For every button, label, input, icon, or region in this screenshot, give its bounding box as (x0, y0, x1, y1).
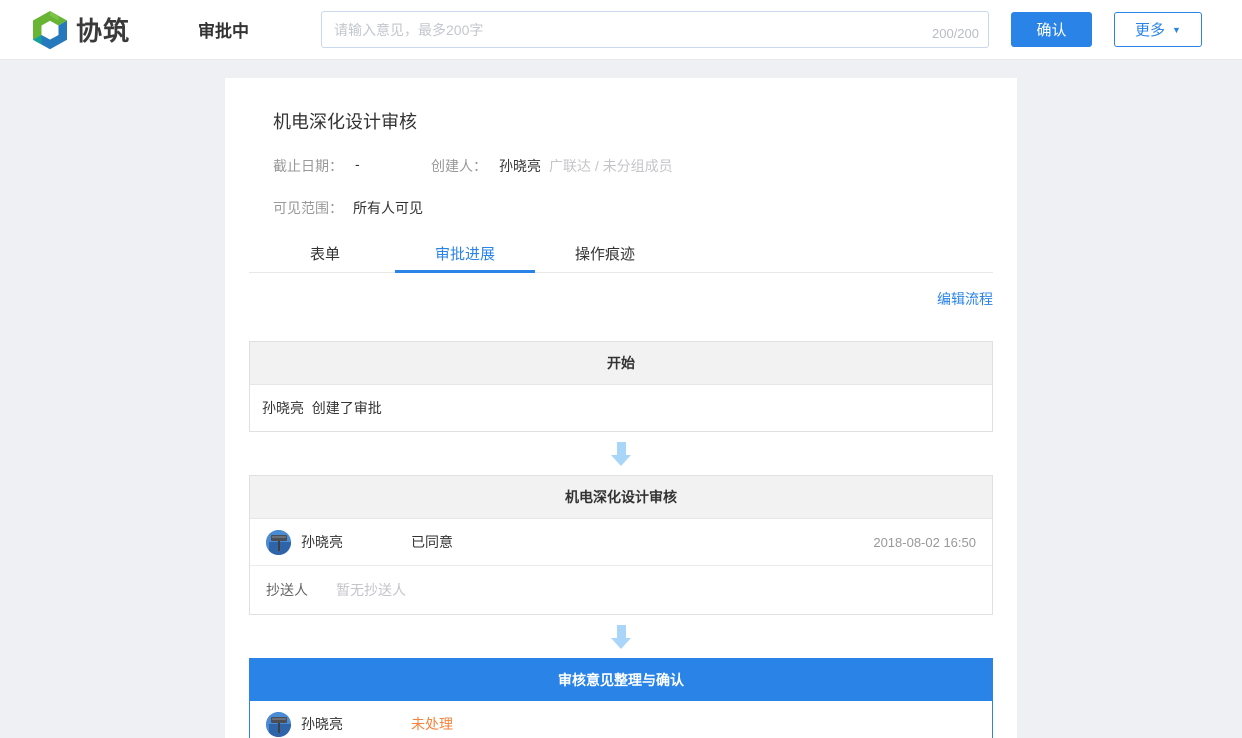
review-actor-name: 孙晓亮 (301, 532, 411, 552)
visibility-value: 所有人可见 (353, 198, 423, 218)
meta-row-deadline-creator: 截止日期： - 创建人： 孙晓亮 广联达 / 未分组成员 (273, 156, 969, 176)
chevron-down-icon: ▼ (1172, 25, 1181, 35)
cc-label: 抄送人 (266, 580, 308, 600)
flow-node-review-title: 机电深化设计审核 (250, 476, 992, 519)
review-time: 2018-08-02 16:50 (873, 535, 976, 550)
flow-node-review: 机电深化设计审核 孙晓亮 已同意 2018-08-02 16:50 抄送人 (249, 475, 993, 615)
review-status: 已同意 (411, 532, 453, 552)
flow-node-confirm-title: 审核意见整理与确认 (250, 659, 992, 701)
edit-flow-row: 编辑流程 (249, 273, 993, 323)
flow-arrow-down-icon (249, 432, 993, 475)
approval-flow: 开始 孙晓亮 创建了审批 机电深化设计审核 (249, 323, 993, 738)
app-logo: 协筑 (30, 10, 198, 50)
comment-box: 200/200 (321, 11, 989, 48)
tab-operation-trace[interactable]: 操作痕迹 (535, 234, 675, 272)
deadline-value: - (355, 156, 360, 176)
char-counter: 200/200 (932, 26, 979, 41)
edit-flow-link[interactable]: 编辑流程 (937, 291, 993, 307)
creator-label: 创建人： (431, 156, 487, 176)
avatar (266, 530, 291, 555)
start-actor-name: 孙晓亮 (262, 400, 304, 416)
flow-node-start-entry: 孙晓亮 创建了审批 (250, 385, 992, 431)
cc-value: 暂无抄送人 (336, 580, 406, 600)
comment-input[interactable] (321, 11, 989, 48)
flow-node-confirm: 审核意见整理与确认 孙晓亮 未处理 抄送人 暂无抄送人 (249, 658, 993, 738)
review-cc-row: 抄送人 暂无抄送人 (250, 565, 992, 614)
confirm-actor-name: 孙晓亮 (301, 714, 411, 734)
confirm-button[interactable]: 确认 (1011, 12, 1092, 47)
flow-arrow-down-icon (249, 615, 993, 658)
confirm-status: 未处理 (411, 714, 453, 734)
tab-approval-progress[interactable]: 审批进展 (395, 234, 535, 272)
creator-org: 广联达 / 未分组成员 (549, 156, 673, 176)
logo-text: 协筑 (76, 11, 130, 48)
approval-status-title: 审批中 (198, 17, 249, 42)
logo-icon (30, 10, 70, 50)
creator-name: 孙晓亮 (499, 156, 541, 176)
avatar (266, 712, 291, 737)
approval-detail-card: 机电深化设计审核 截止日期： - 创建人： 孙晓亮 广联达 / 未分组成员 可见… (225, 78, 1017, 738)
review-actor-row: 孙晓亮 已同意 2018-08-02 16:50 (250, 519, 992, 565)
detail-tabs: 表单 审批进展 操作痕迹 (249, 234, 993, 273)
approval-meta: 截止日期： - 创建人： 孙晓亮 广联达 / 未分组成员 可见范围： 所有人可见 (249, 156, 993, 218)
confirm-actor-row: 孙晓亮 未处理 (250, 701, 992, 738)
tab-form[interactable]: 表单 (255, 234, 395, 272)
flow-node-start: 开始 孙晓亮 创建了审批 (249, 341, 993, 432)
approval-title: 机电深化设计审核 (249, 78, 993, 134)
top-header-bar: 协筑 审批中 200/200 确认 更多 ▼ (0, 0, 1242, 60)
start-action-text: 创建了审批 (312, 400, 382, 416)
flow-node-start-title: 开始 (250, 342, 992, 385)
visibility-label: 可见范围： (273, 198, 343, 218)
meta-row-visibility: 可见范围： 所有人可见 (273, 198, 969, 218)
more-button[interactable]: 更多 ▼ (1114, 12, 1202, 47)
deadline-label: 截止日期： (273, 156, 343, 176)
more-button-label: 更多 (1135, 19, 1165, 40)
